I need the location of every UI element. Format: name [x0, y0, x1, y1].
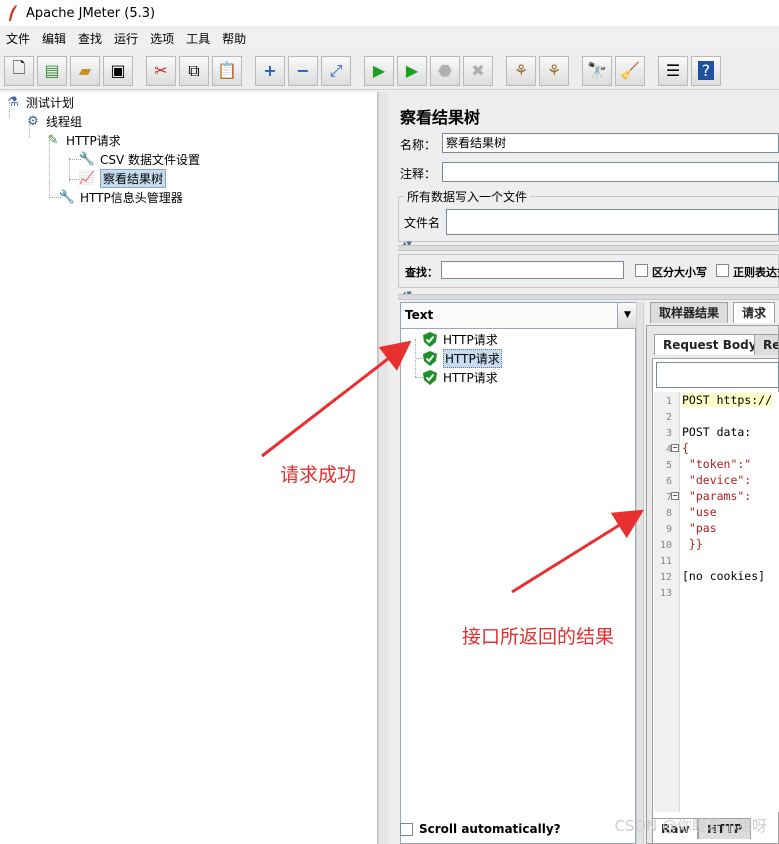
annotation-returned-result: 接口所返回的结果: [462, 626, 615, 648]
annotation-arrow: [261, 340, 412, 458]
annotation-request-success: 请求成功: [280, 464, 357, 486]
watermark: CSDN @你瞪着小甜呀: [614, 817, 767, 835]
annotation-arrow: [511, 509, 645, 594]
annotation-overlay: [261, 340, 645, 594]
